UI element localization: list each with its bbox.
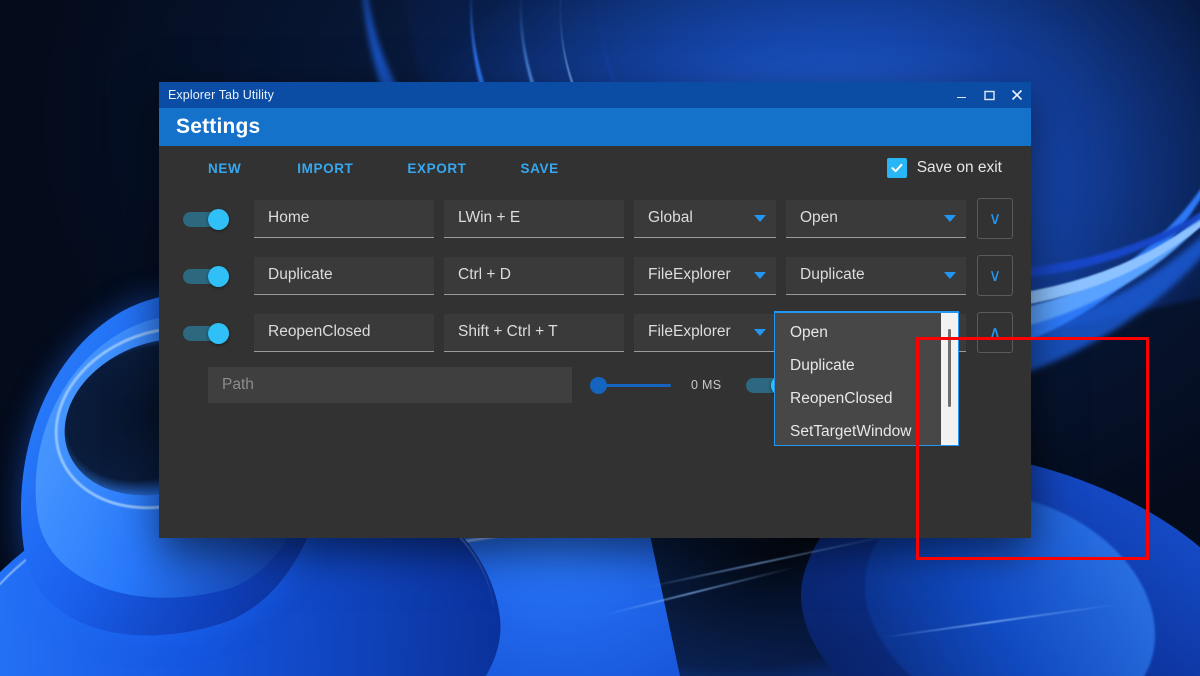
- delay-value-label: 0 MS: [691, 378, 722, 392]
- action-dropdown-list[interactable]: Open Duplicate ReopenClosed SetTargetWin…: [774, 311, 959, 446]
- collapse-row-button[interactable]: ∧: [977, 312, 1013, 353]
- row-enable-toggle[interactable]: [183, 322, 229, 344]
- action-dropdown[interactable]: Open: [786, 199, 966, 238]
- chevron-down-icon: [754, 328, 766, 336]
- expand-row-button[interactable]: ∨: [977, 255, 1013, 296]
- action-value: Open: [800, 209, 838, 226]
- dropdown-option[interactable]: Duplicate: [775, 349, 941, 382]
- scope-dropdown[interactable]: Global: [634, 199, 776, 238]
- close-button[interactable]: [1003, 82, 1031, 108]
- dropdown-options: Open Duplicate ReopenClosed SetTargetWin…: [775, 313, 941, 445]
- path-input[interactable]: Path: [208, 367, 572, 403]
- expand-row-button[interactable]: ∨: [977, 198, 1013, 239]
- scope-value: Global: [648, 209, 693, 226]
- window-title: Explorer Tab Utility: [168, 88, 274, 102]
- shortcut-row: Home LWin + E Global Open ∨: [159, 190, 1031, 247]
- wallpaper-streak-3: [881, 603, 1119, 639]
- shortcut-hotkey-input[interactable]: LWin + E: [444, 199, 624, 238]
- maximize-button[interactable]: [975, 82, 1003, 108]
- toggle-knob: [208, 322, 229, 344]
- toggle-knob: [208, 208, 229, 230]
- chevron-down-icon: [754, 214, 766, 222]
- save-button[interactable]: SAVE: [507, 155, 573, 182]
- shortcut-name-input[interactable]: Duplicate: [254, 256, 434, 295]
- shortcut-name-input[interactable]: Home: [254, 199, 434, 238]
- shortcut-name-input[interactable]: ReopenClosed: [254, 313, 434, 352]
- save-on-exit-checkbox[interactable]: Save on exit: [886, 158, 1002, 178]
- shortcut-hotkey-input[interactable]: Shift + Ctrl + T: [444, 313, 624, 352]
- slider-track: [599, 384, 671, 387]
- row-enable-toggle[interactable]: [183, 265, 229, 287]
- action-dropdown[interactable]: Duplicate: [786, 256, 966, 295]
- shortcut-row: Duplicate Ctrl + D FileExplorer Duplicat…: [159, 247, 1031, 304]
- slider-thumb[interactable]: [590, 377, 607, 394]
- wallpaper-streak-1: [642, 532, 898, 590]
- import-button[interactable]: IMPORT: [283, 155, 367, 182]
- row-enable-toggle[interactable]: [183, 208, 229, 230]
- scrollbar-thumb[interactable]: [948, 329, 951, 407]
- window-body: NEW IMPORT EXPORT SAVE Save on exit Home: [159, 146, 1149, 560]
- minimize-button[interactable]: [947, 82, 975, 108]
- dropdown-scrollbar[interactable]: [941, 313, 958, 445]
- checkmark-icon: [886, 158, 907, 178]
- chevron-down-icon: [754, 271, 766, 279]
- shortcut-hotkey-input[interactable]: Ctrl + D: [444, 256, 624, 295]
- title-bar[interactable]: Explorer Tab Utility: [159, 82, 1031, 108]
- desktop-background: Explorer Tab Utility Settings NEW IMPORT…: [0, 0, 1200, 676]
- settings-header: Settings: [159, 108, 1031, 146]
- scope-dropdown[interactable]: FileExplorer: [634, 313, 776, 352]
- dropdown-option[interactable]: Open: [775, 316, 941, 349]
- chevron-down-icon: [944, 271, 956, 279]
- toggle-knob: [208, 265, 229, 287]
- window-controls: [947, 82, 1031, 108]
- scope-value: FileExplorer: [648, 266, 731, 283]
- scope-dropdown[interactable]: FileExplorer: [634, 256, 776, 295]
- delay-slider[interactable]: [590, 374, 678, 396]
- scope-value: FileExplorer: [648, 323, 731, 340]
- export-button[interactable]: EXPORT: [393, 155, 480, 182]
- dropdown-option[interactable]: ReopenClosed: [775, 382, 941, 415]
- wallpaper-streak-2: [602, 565, 798, 617]
- toolbar: NEW IMPORT EXPORT SAVE Save on exit: [159, 146, 1031, 190]
- save-on-exit-label: Save on exit: [916, 159, 1002, 176]
- application-window: Explorer Tab Utility Settings NEW IMPORT…: [159, 82, 1149, 560]
- dropdown-option[interactable]: SetTargetWindow: [775, 415, 941, 445]
- page-title: Settings: [176, 115, 261, 138]
- action-value: Duplicate: [800, 266, 865, 283]
- new-button[interactable]: NEW: [194, 155, 255, 182]
- chevron-down-icon: [944, 214, 956, 222]
